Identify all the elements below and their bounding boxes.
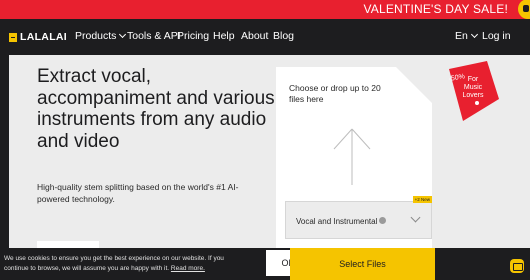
promo-text[interactable]: VALENTINE'S DAY SALE!: [363, 2, 508, 16]
nav-blog[interactable]: Blog: [273, 30, 294, 42]
logo-text: LALALAI: [20, 31, 68, 43]
heart-icon: [518, 0, 530, 19]
stem-type-select[interactable]: +2 New Vocal and Instrumental: [285, 196, 432, 239]
page-title: Extract vocal, accompaniment and various…: [37, 66, 275, 152]
chevron-down-icon: [410, 212, 421, 223]
sale-badge[interactable]: -50% For Music Lovers: [443, 59, 503, 125]
chevron-down-icon: [470, 30, 478, 39]
stem-type-value: Vocal and Instrumental: [296, 217, 387, 226]
info-icon[interactable]: [379, 217, 387, 224]
cookie-banner: We use cookies to ensure you get the bes…: [0, 248, 530, 280]
nav-tools-api[interactable]: Tools & API: [127, 30, 181, 42]
select-files-button[interactable]: Select Files: [290, 248, 435, 280]
logo-icon: [9, 32, 17, 42]
language-label: En: [455, 30, 468, 42]
upload-arrow-icon: [333, 128, 371, 185]
nav-products[interactable]: Products: [75, 30, 127, 42]
dropzone-text: Choose or drop up to 20 files here: [289, 83, 381, 104]
nav-about[interactable]: About: [241, 30, 268, 42]
cookie-read-more-link[interactable]: Read more.: [171, 265, 205, 272]
nav-products-label: Products: [75, 30, 117, 42]
nav-pricing[interactable]: Pricing: [177, 30, 209, 42]
login-link[interactable]: Log in: [482, 30, 511, 42]
logo[interactable]: LALALAI: [9, 31, 67, 43]
nav-help[interactable]: Help: [213, 30, 235, 42]
top-nav: LALALAI Products Tools & API Pricing Hel…: [0, 19, 530, 55]
badge-line-2: Music: [464, 84, 483, 91]
language-selector[interactable]: En: [455, 30, 478, 42]
badge-line-1: For: [468, 76, 479, 83]
stem-type-text: Vocal and Instrumental: [296, 217, 378, 226]
chevron-down-icon: [119, 30, 127, 39]
promo-banner[interactable]: VALENTINE'S DAY SALE!: [0, 0, 530, 19]
cookie-text: We use cookies to ensure you get the bes…: [4, 254, 244, 274]
badge-line-3: Lovers: [462, 92, 484, 99]
corner-fold: [396, 67, 432, 103]
chat-icon[interactable]: [510, 259, 524, 273]
hero-subtitle: High-quality stem splitting based on the…: [37, 182, 239, 204]
hero-section: Extract vocal, accompaniment and various…: [9, 55, 530, 280]
new-badge: +2 New: [412, 196, 432, 203]
